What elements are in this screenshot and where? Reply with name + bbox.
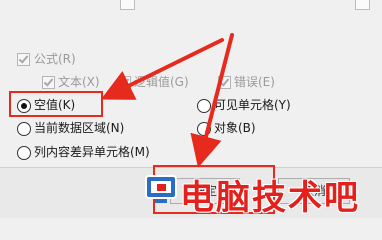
arrow-to-blanks: [100, 38, 224, 100]
arrow-to-ok: [190, 33, 234, 168]
watermark-logo-icon: [145, 175, 177, 203]
watermark-text: 电脑技术吧: [180, 178, 360, 218]
